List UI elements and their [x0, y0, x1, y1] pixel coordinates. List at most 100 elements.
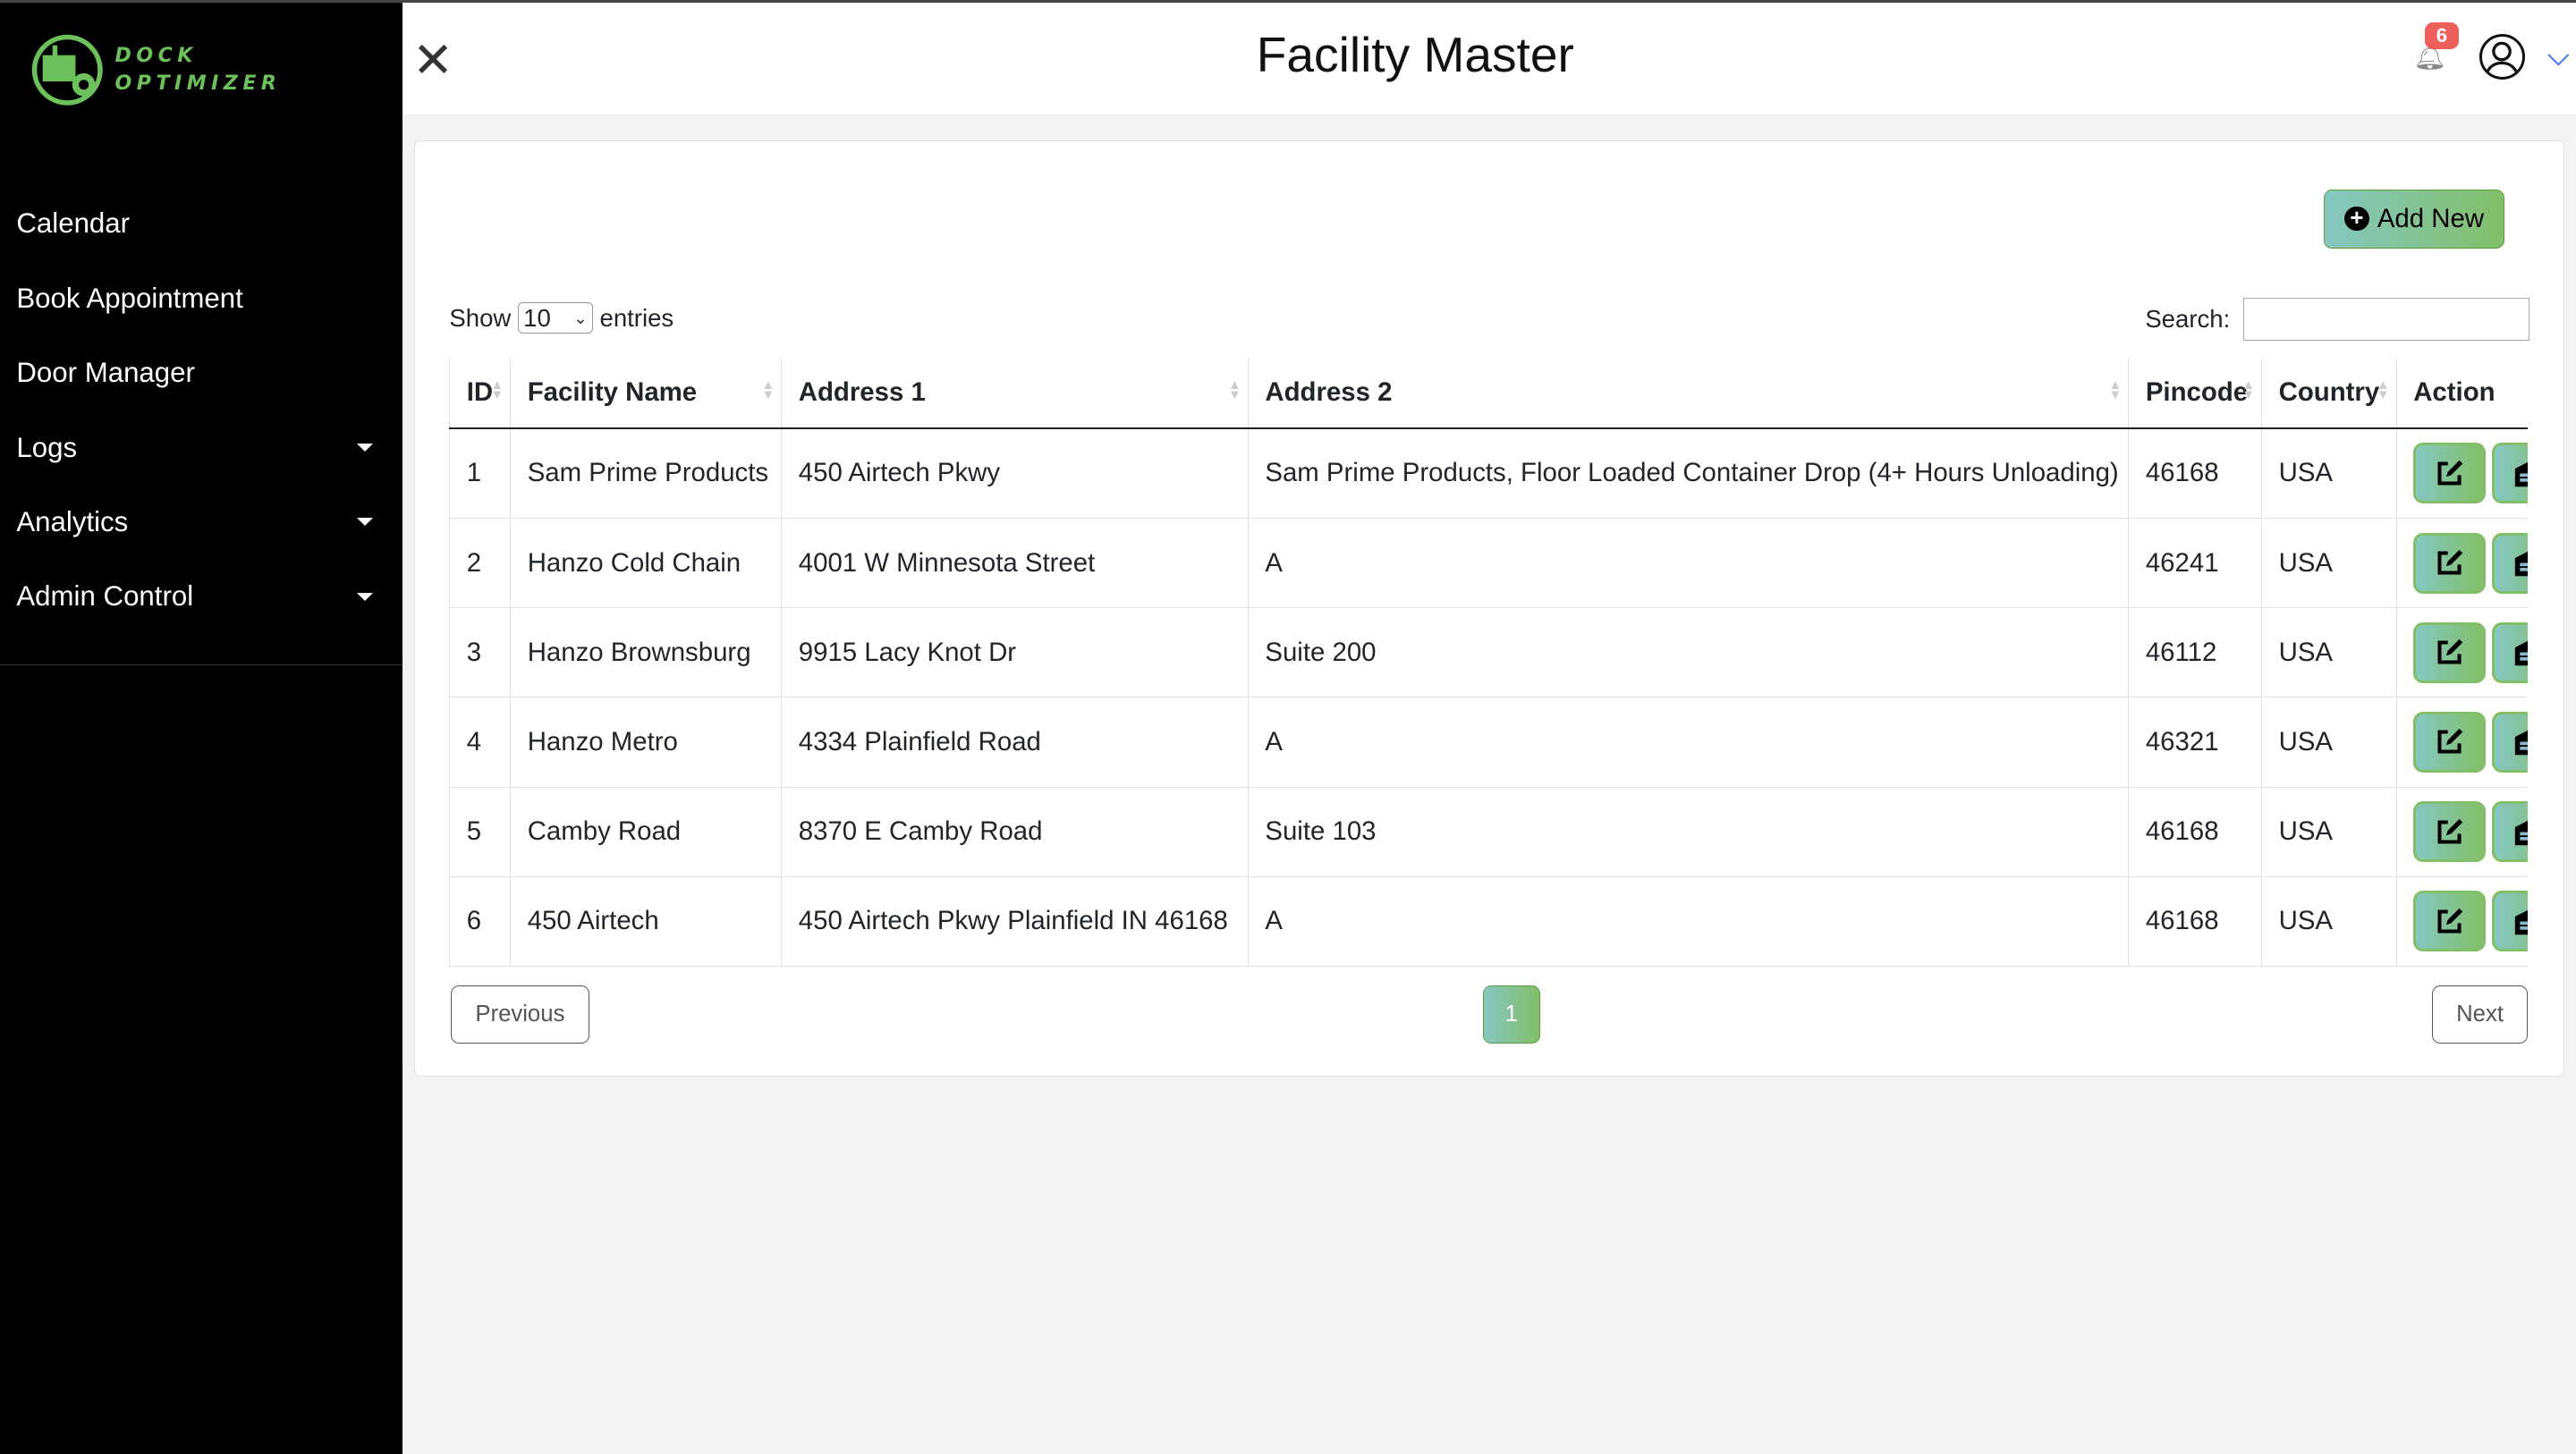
show-label: Show — [449, 303, 512, 332]
table-cell: 4 — [449, 697, 511, 788]
edit-icon — [2437, 908, 2463, 934]
table-cell: 5 — [449, 787, 511, 877]
warehouse-icon — [2515, 820, 2529, 845]
column-header[interactable]: ID ▲ ▼ — [449, 358, 511, 429]
action-cell — [2395, 607, 2529, 698]
table-cell: 9915 Lacy Knot Dr — [781, 607, 1249, 698]
table-row: 6 450 Airtech 450 Airtech Pkwy Plainfield … — [449, 876, 2529, 967]
action-cell — [2395, 427, 2529, 520]
sidebar-item-book-appointment[interactable]: Book Appointment — [0, 261, 402, 335]
table-row: 3 Hanzo Brownsburg 9915 Lacy Knot Dr Suite … — [449, 607, 2529, 698]
sidebar-item-calendar[interactable]: Calendar — [0, 187, 402, 261]
edit-icon — [2437, 460, 2463, 486]
warehouse-icon — [2515, 641, 2529, 666]
warehouse-icon — [2515, 552, 2529, 577]
table-row: 2 Hanzo Cold Chain 4001 W Minnesota Street… — [449, 518, 2529, 609]
sort-icon[interactable]: ▲ ▼ — [2109, 379, 2123, 402]
edit-button[interactable] — [2413, 443, 2487, 504]
edit-button[interactable] — [2413, 621, 2487, 683]
column-header[interactable]: Address 1 ▲ ▼ — [781, 358, 1249, 429]
table-cell: USA — [2261, 427, 2397, 520]
search-box: Search: — [2145, 297, 2529, 341]
doors-button[interactable] — [2492, 801, 2529, 863]
sort-icon[interactable]: ▲ ▼ — [1228, 379, 1241, 402]
sidebar-item-analytics[interactable]: Analytics — [0, 485, 402, 559]
sort-icon[interactable]: ▲ ▼ — [2241, 379, 2255, 402]
sidebar-item-label: Book Appointment — [16, 282, 243, 314]
table-cell: 46168 — [2128, 427, 2262, 520]
table-cell: Hanzo Metro — [510, 697, 782, 788]
table-cell: Sam Prime Products, Floor Loaded Contain… — [1248, 427, 2129, 520]
column-header[interactable]: Pincode ▲ ▼ — [2128, 358, 2262, 429]
chevron-down-icon: ⌄ — [573, 308, 588, 327]
table-cell: A — [1248, 697, 2129, 788]
search-input[interactable] — [2242, 297, 2529, 341]
entries-label: entries — [599, 303, 674, 332]
user-avatar-icon[interactable] — [2479, 33, 2525, 80]
action-cell — [2395, 518, 2529, 609]
entries-length: Show 10 ⌄ entries — [449, 302, 674, 334]
doors-button[interactable] — [2492, 621, 2529, 683]
table-cell: Hanzo Cold Chain — [510, 518, 782, 609]
sidebar-item-admin-control[interactable]: Admin Control — [0, 560, 402, 634]
table-cell: A — [1248, 876, 2129, 967]
warehouse-icon — [2515, 731, 2529, 756]
edit-icon — [2437, 818, 2463, 844]
table-cell: 46241 — [2128, 518, 2262, 609]
caret-down-icon — [356, 444, 373, 452]
sidebar-item-label: Logs — [16, 431, 78, 463]
doors-button[interactable] — [2492, 443, 2529, 504]
table-cell: A — [1248, 518, 2129, 609]
table-cell: 4001 W Minnesota Street — [781, 518, 1249, 609]
edit-icon — [2437, 729, 2463, 754]
logo-text-line2: OPTIMIZER — [114, 72, 282, 96]
column-header: Action — [2395, 358, 2529, 429]
table-cell: 46112 — [2128, 607, 2262, 698]
page-1-button[interactable]: 1 — [1482, 985, 1540, 1044]
notification-badge[interactable]: 6 — [2424, 22, 2459, 49]
add-new-button[interactable]: + Add New — [2324, 189, 2505, 249]
warehouse-icon — [2515, 909, 2529, 934]
column-header[interactable]: Country ▲ ▼ — [2261, 358, 2397, 429]
table-cell: 6 — [449, 876, 511, 967]
sidebar-item-logs[interactable]: Logs — [0, 410, 402, 485]
edit-button[interactable] — [2413, 801, 2487, 863]
column-header[interactable]: Address 2 ▲ ▼ — [1248, 358, 2129, 429]
edit-button[interactable] — [2413, 711, 2487, 773]
table-cell: 46168 — [2128, 876, 2262, 967]
edit-button[interactable] — [2413, 891, 2487, 952]
table-cell: Camby Road — [510, 787, 782, 877]
next-button[interactable]: Next — [2432, 985, 2528, 1044]
sidebar-divider — [0, 664, 402, 665]
sidebar: DOCK OPTIMIZER Calendar Book Appointment… — [0, 3, 402, 1454]
sort-icon[interactable]: ▲ ▼ — [490, 379, 504, 402]
edit-icon — [2437, 549, 2463, 575]
table-cell: 1 — [449, 427, 511, 520]
sort-icon[interactable]: ▲ ▼ — [2377, 379, 2390, 402]
column-header[interactable]: Facility Name ▲ ▼ — [510, 358, 782, 429]
add-new-label: Add New — [2377, 203, 2485, 233]
action-cell — [2395, 787, 2529, 877]
table-row: 5 Camby Road 8370 E Camby Road Suite 103 461… — [449, 787, 2529, 877]
sidebar-nav: Calendar Book Appointment Door Manager L… — [0, 187, 402, 634]
doors-button[interactable] — [2492, 532, 2529, 594]
table-cell: 4334 Plainfield Road — [781, 697, 1249, 788]
truck-logo-icon — [31, 34, 103, 106]
table-cell: 8370 E Camby Road — [781, 787, 1249, 877]
table-cell: 46168 — [2128, 787, 2262, 877]
warehouse-icon — [2515, 461, 2529, 487]
previous-button[interactable]: Previous — [451, 985, 589, 1044]
edit-button[interactable] — [2413, 532, 2487, 594]
dock-optimizer-logo[interactable]: DOCK OPTIMIZER — [30, 32, 281, 107]
edit-icon — [2437, 639, 2463, 664]
entries-select-value: 10 — [523, 303, 551, 332]
action-cell — [2395, 876, 2529, 967]
doors-button[interactable] — [2492, 711, 2529, 773]
doors-button[interactable] — [2492, 891, 2529, 952]
table-row: 4 Hanzo Metro 4334 Plainfield Road A 46321 US… — [449, 697, 2529, 788]
entries-select[interactable]: 10 ⌄ — [517, 302, 594, 334]
sidebar-item-door-manager[interactable]: Door Manager — [0, 335, 402, 410]
sidebar-item-label: Calendar — [16, 207, 131, 240]
sort-icon[interactable]: ▲ ▼ — [762, 379, 775, 402]
top-header: ✕ Facility Master 🔔︎ 6 — [402, 3, 2576, 114]
